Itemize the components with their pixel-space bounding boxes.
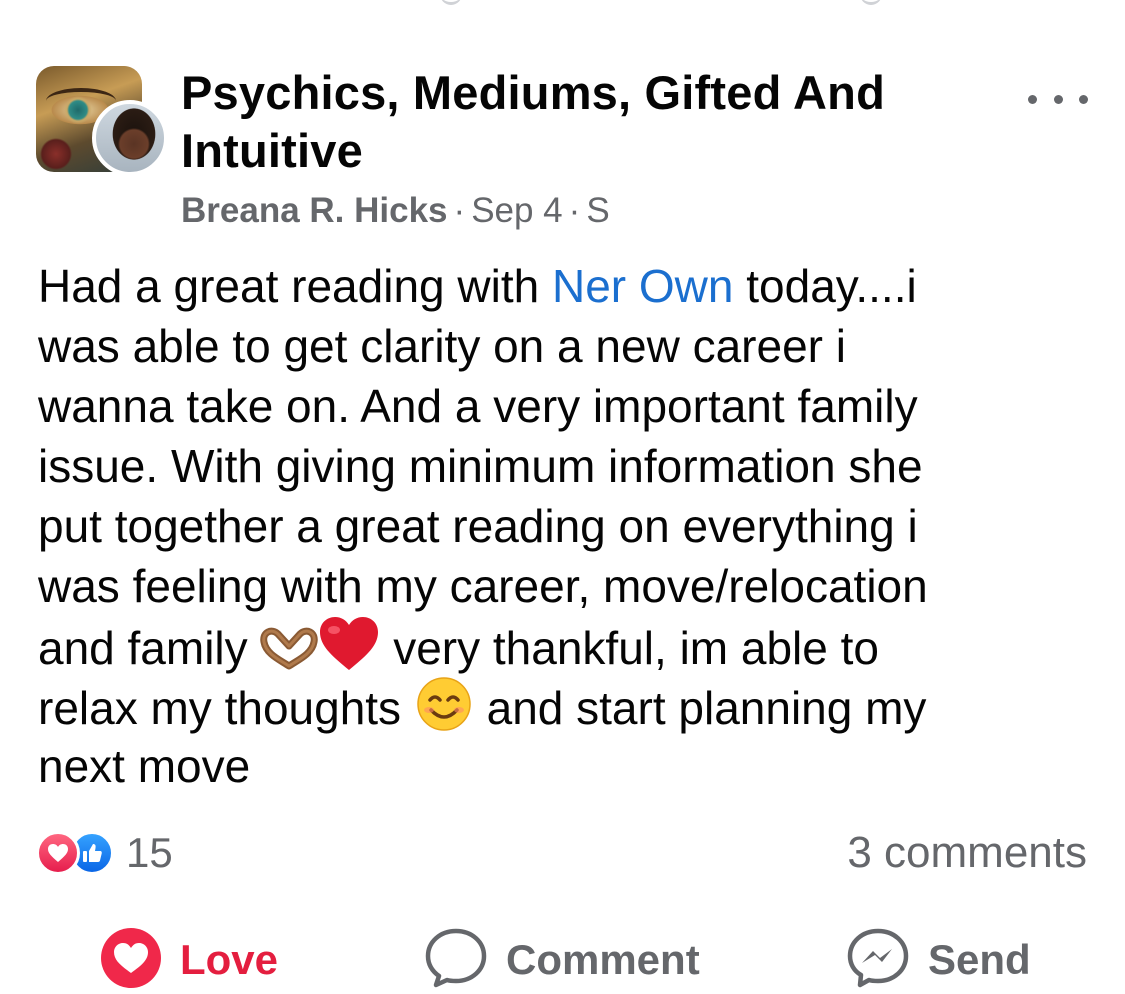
- post-date[interactable]: Sep 4: [471, 191, 562, 230]
- messenger-icon: [846, 927, 910, 994]
- love-button[interactable]: Love: [100, 927, 279, 990]
- text-segment: and family: [38, 622, 261, 674]
- post-text-line: Had a great reading with Ner Own today..…: [38, 256, 1058, 316]
- more-options-icon[interactable]: [1028, 86, 1088, 112]
- group-name[interactable]: Psychics, Mediums, Gifted And Intuitive: [181, 64, 941, 180]
- comments-count[interactable]: 3 comments: [847, 828, 1087, 878]
- send-button[interactable]: Send: [846, 928, 1031, 990]
- comment-icon: [424, 927, 488, 994]
- post-text-line: and family very thankful, im able to: [38, 616, 1058, 676]
- love-reaction-icon: [36, 831, 80, 875]
- post-text-line: was able to get clarity on a new career …: [38, 320, 846, 372]
- post-text-line: relax my thoughts and start planning my: [38, 676, 1058, 736]
- author-avatar[interactable]: [92, 100, 168, 176]
- post-text-line: issue. With giving minimum information s…: [38, 440, 923, 492]
- smiling-face-emoji: [414, 676, 474, 746]
- reaction-count: 15: [126, 829, 173, 876]
- more-dot: [1028, 94, 1037, 104]
- meta-separator: ·: [453, 191, 466, 230]
- mention-link[interactable]: Ner Own: [552, 260, 733, 312]
- comment-label: Comment: [506, 936, 700, 983]
- love-icon: [100, 927, 162, 994]
- more-dot: [1053, 94, 1063, 104]
- text-segment: Had a great reading with: [38, 260, 552, 312]
- meta-separator: ·: [568, 191, 581, 230]
- post-meta: Breana R. Hicks · Sep 4 · S: [181, 188, 610, 234]
- send-label: Send: [928, 936, 1031, 983]
- author-name[interactable]: Breana R. Hicks: [181, 191, 448, 230]
- post-text-line: put together a great reading on everythi…: [38, 500, 918, 552]
- post-text-line: was feeling with my career, move/relocat…: [38, 560, 928, 612]
- post-audience: S: [586, 191, 610, 230]
- text-segment: today....i: [733, 260, 917, 312]
- reaction-summary[interactable]: 15: [36, 828, 173, 878]
- text-segment: very thankful, im able to: [380, 622, 880, 674]
- text-segment: and start planning my: [473, 682, 927, 734]
- post-avatar[interactable]: [36, 66, 170, 178]
- text-segment: relax my thoughts: [38, 682, 414, 734]
- post-text-line: wanna take on. And a very important fami…: [38, 380, 918, 432]
- post-text: Had a great reading with Ner Own today..…: [38, 256, 1058, 796]
- love-label: Love: [180, 936, 279, 983]
- post-text-line: next move: [38, 740, 251, 792]
- more-dot: [1079, 94, 1088, 104]
- feed-post: Psychics, Mediums, Gifted And Intuitive …: [0, 0, 1125, 988]
- comment-button[interactable]: Comment: [424, 928, 700, 990]
